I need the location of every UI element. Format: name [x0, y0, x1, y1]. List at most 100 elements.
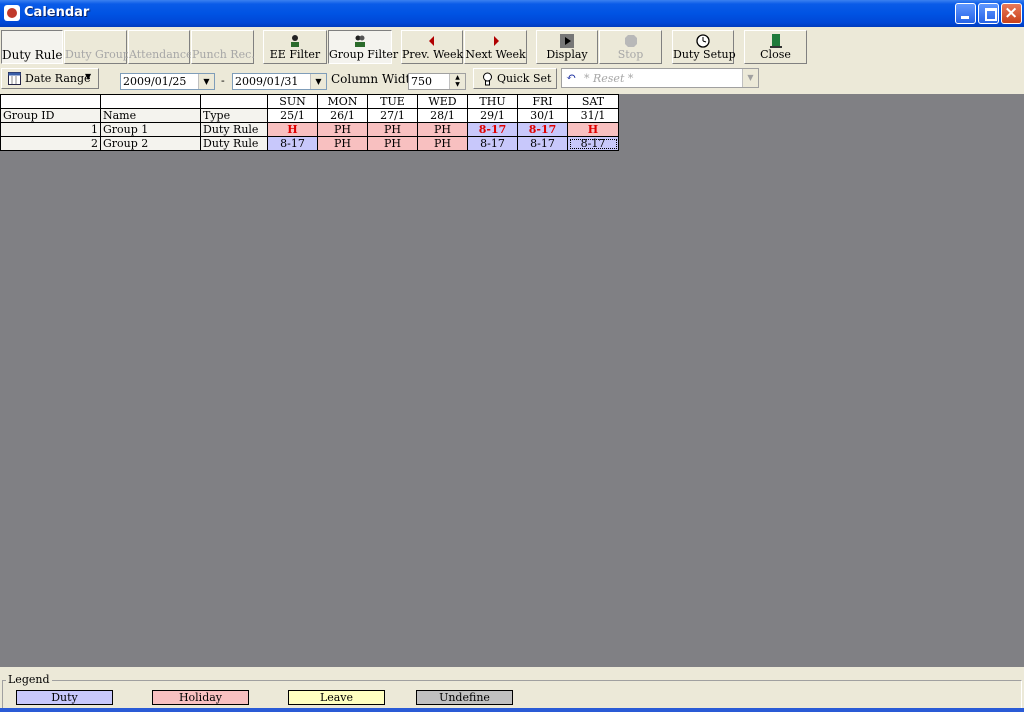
legend-undefine: Undefine — [416, 690, 513, 705]
schedule-cell[interactable]: PH — [317, 122, 368, 137]
schedule-cell[interactable]: PH — [417, 122, 468, 137]
group-name-cell[interactable]: Group 2 — [100, 136, 201, 151]
header-dow: THU — [467, 94, 518, 109]
calendar-icon — [8, 72, 21, 85]
minimize-button[interactable] — [955, 3, 976, 24]
date-from-picker[interactable]: 2009/01/25 ▼ — [120, 73, 215, 90]
arrow-right-icon — [493, 36, 499, 46]
column-width-value: 750 — [411, 75, 432, 88]
group-id-cell[interactable]: 1 — [0, 122, 101, 137]
schedule-cell[interactable]: PH — [367, 136, 418, 151]
schedule-cell[interactable]: 8-17 — [517, 136, 568, 151]
header-date: 29/1 — [467, 108, 518, 123]
schedule-cell[interactable]: 8-17 — [467, 122, 518, 137]
legend-leave: Leave — [288, 690, 385, 705]
dropdown-arrow-icon[interactable]: ▼ — [198, 74, 214, 89]
ee-filter-button[interactable]: EE Filter — [263, 30, 327, 64]
schedule-cell[interactable]: PH — [317, 136, 368, 151]
spinner-arrows-icon[interactable]: ▲ ▼ — [449, 74, 465, 89]
stop-label: Stop — [617, 48, 644, 61]
quick-set-label: Quick Set — [497, 72, 552, 85]
header-date: 26/1 — [317, 108, 368, 123]
app-icon[interactable] — [4, 5, 20, 21]
header-date: 25/1 — [267, 108, 318, 123]
lightbulb-icon — [483, 72, 492, 86]
close-window-button[interactable]: × — [1001, 3, 1022, 24]
close-icon: × — [1004, 3, 1019, 23]
quick-set-button[interactable]: Quick Set — [473, 68, 557, 89]
header-name: Name — [100, 108, 201, 123]
schedule-cell[interactable]: 8-17 — [267, 136, 318, 151]
column-width-spinner[interactable]: 750 ▲ ▼ — [408, 73, 466, 90]
legend-undefine-label: Undefine — [439, 691, 490, 704]
window-title: Calendar — [24, 5, 90, 20]
date-from-value: 2009/01/25 — [123, 75, 187, 88]
schedule-cell[interactable]: PH — [417, 136, 468, 151]
group-id-cell[interactable]: 2 — [0, 136, 101, 151]
minimize-icon — [961, 16, 969, 19]
duty-rule-label: Duty Rule — [2, 48, 63, 62]
type-cell[interactable]: Duty Rule — [200, 122, 268, 137]
legend-panel: Legend Duty Holiday Leave Undefine — [0, 668, 1024, 712]
dropdown-arrow-icon[interactable]: ▼ — [742, 69, 758, 87]
schedule-cell[interactable]: 8-17 — [517, 122, 568, 137]
legend-duty: Duty — [16, 690, 113, 705]
next-week-button[interactable]: Next Week — [464, 30, 527, 64]
prev-week-button[interactable]: Prev. Week — [401, 30, 463, 64]
date-to-picker[interactable]: 2009/01/31 ▼ — [232, 73, 327, 90]
stop-button[interactable]: Stop — [599, 30, 662, 64]
dropdown-arrow-icon[interactable]: ▼ — [310, 74, 326, 89]
schedule-cell[interactable]: H — [267, 122, 318, 137]
restore-icon — [985, 8, 997, 21]
close-button[interactable]: Close — [744, 30, 807, 64]
group-filter-icon — [355, 35, 365, 47]
duty-group-label: Duty Group — [65, 48, 130, 61]
header-dow: TUE — [367, 94, 418, 109]
header-blank — [100, 94, 201, 109]
title-bar: Calendar × — [0, 0, 1024, 27]
date-separator: - — [221, 74, 225, 87]
duty-setup-button[interactable]: Duty Setup — [672, 30, 736, 64]
header-dow: MON — [317, 94, 368, 109]
schedule-cell[interactable]: 8-17 — [467, 136, 518, 151]
header-blank — [0, 94, 101, 109]
stop-icon — [624, 35, 637, 47]
legend-holiday: Holiday — [152, 690, 249, 705]
header-dow: WED — [417, 94, 468, 109]
table-row[interactable]: 2 Group 2 Duty Rule 8-17 PH PH PH 8-17 8-17 8-17 — [0, 136, 619, 151]
taskbar-strip — [0, 708, 1024, 712]
door-exit-icon — [769, 34, 782, 48]
duty-rule-tab[interactable]: Duty Rule — [1, 30, 63, 64]
duty-group-tab[interactable]: Duty Group — [64, 30, 130, 64]
header-row-dates: Group ID Name Type 25/1 26/1 27/1 28/1 29/1 30/1… — [0, 108, 619, 123]
header-date: 30/1 — [517, 108, 568, 123]
attendance-tab[interactable]: Attendance — [128, 30, 193, 64]
header-blank — [200, 94, 268, 109]
group-name-cell[interactable]: Group 1 — [100, 122, 201, 137]
header-group-id: Group ID — [0, 108, 101, 123]
schedule-cell[interactable]: 8-17 — [567, 136, 619, 151]
attendance-label: Attendance — [129, 48, 193, 61]
legend-title: Legend — [6, 673, 52, 686]
schedule-cell[interactable]: PH — [367, 122, 418, 137]
column-width-label: Column Width — [331, 72, 419, 86]
table-row[interactable]: 1 Group 1 Duty Rule H PH PH PH 8-17 8-17 H — [0, 122, 619, 137]
date-to-value: 2009/01/31 — [235, 75, 299, 88]
display-button[interactable]: Display — [536, 30, 598, 64]
date-range-dropdown[interactable]: Date Range ▼ — [1, 68, 99, 89]
header-row-days: SUN MON TUE WED THU FRI SAT — [0, 94, 619, 109]
schedule-table: SUN MON TUE WED THU FRI SAT Group ID Name Type 25/… — [0, 94, 619, 151]
display-label: Display — [546, 48, 588, 61]
close-label: Close — [760, 48, 791, 61]
schedule-cell[interactable]: H — [567, 122, 619, 137]
group-filter-button[interactable]: Group Filter — [328, 30, 398, 64]
clock-icon — [696, 34, 710, 48]
reset-combo[interactable]: ↶ * Reset * ▼ — [561, 68, 759, 88]
schedule-grid[interactable]: SUN MON TUE WED THU FRI SAT Group ID Name Type 25/… — [0, 94, 1024, 667]
header-type: Type — [200, 108, 268, 123]
prev-week-label: Prev. Week — [402, 48, 464, 61]
date-range-label: Date Range — [25, 72, 91, 85]
type-cell[interactable]: Duty Rule — [200, 136, 268, 151]
restore-button[interactable] — [978, 3, 999, 24]
punch-rec-tab[interactable]: Punch Rec. — [191, 30, 255, 64]
